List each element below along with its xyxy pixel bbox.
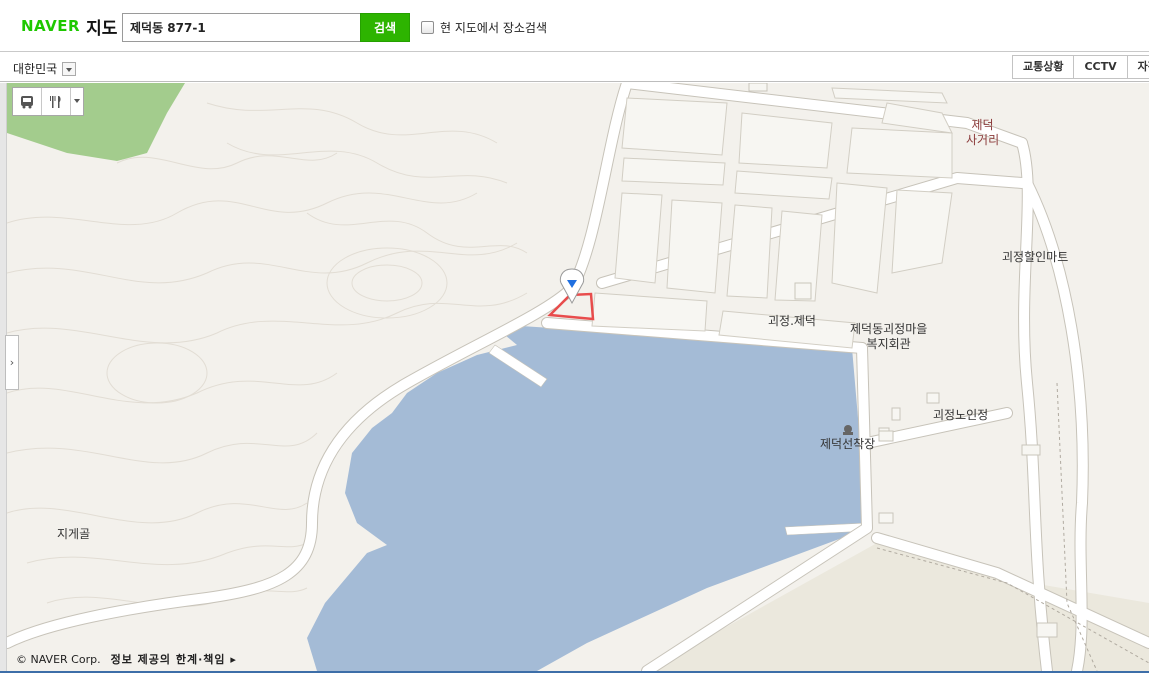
label-senior-center[interactable]: 괴정노인정 (933, 408, 988, 423)
restaurant-tool-button[interactable] (42, 88, 71, 115)
building-blocks (591, 87, 953, 349)
tab-cctv[interactable]: CCTV (1074, 55, 1128, 79)
map-service-title: 지도 (86, 18, 118, 39)
search-button[interactable]: 검색 (360, 13, 410, 42)
local-search-label: 현 지도에서 장소검색 (440, 21, 547, 35)
tools-dropdown-button[interactable] (71, 88, 83, 115)
label-welfare-center[interactable]: 제덕동괴정마을 복지회관 (850, 322, 927, 352)
label-mart[interactable]: 괴정할인마트 (1002, 250, 1068, 265)
tab-traffic[interactable]: 교통상황 (1012, 55, 1075, 79)
map-canvas[interactable] (7, 83, 1149, 671)
label-jigegol: 지게골 (57, 527, 91, 541)
label-gwaejeong-jedeok[interactable]: 괴정.제덕 (768, 314, 816, 329)
tab-bicycle[interactable]: 자전 (1127, 55, 1149, 79)
layer-tabs: 교통상황 CCTV 자전 (1012, 55, 1149, 79)
map-graphics (7, 83, 1149, 671)
local-search-checkbox[interactable] (421, 21, 434, 34)
label-jedeok-intersection[interactable]: 제덕 사거리 (966, 118, 999, 148)
panel-toggle-button[interactable]: › (5, 335, 19, 390)
bus-tool-button[interactable] (13, 88, 42, 115)
top-bar: NAVER 지도 검색 현 지도에서 장소검색 (0, 0, 1149, 52)
chevron-down-icon[interactable] (62, 61, 77, 76)
local-search-option[interactable]: 현 지도에서 장소검색 (421, 19, 547, 36)
naver-map-logo[interactable]: NAVER 지도 (21, 14, 118, 39)
label-pier[interactable]: 제덕선착장 (820, 437, 875, 452)
copyright-bar: © NAVER Corp. 정보 제공의 한계·책임 ▸ (16, 651, 237, 667)
label-line-2: 사거리 (966, 133, 1000, 147)
search-input[interactable] (122, 13, 362, 42)
fork-knife-icon (50, 95, 61, 108)
label-line-2: 복지회관 (866, 337, 911, 351)
label-line-1: 제덕동괴정마을 (850, 322, 928, 336)
naver-logo-text: NAVER (21, 17, 81, 35)
region-selector[interactable]: 대한민국 (13, 60, 77, 77)
sub-bar: 대한민국 (0, 52, 1149, 82)
copyright-text: © NAVER Corp. (16, 652, 101, 666)
bus-icon (21, 95, 33, 108)
map-tools (12, 87, 84, 116)
chevron-right-icon: › (9, 356, 15, 369)
region-label: 대한민국 (13, 62, 58, 76)
disclaimer-link[interactable]: 정보 제공의 한계·책임 ▸ (111, 651, 237, 667)
label-line-1: 제덕 (971, 118, 994, 132)
